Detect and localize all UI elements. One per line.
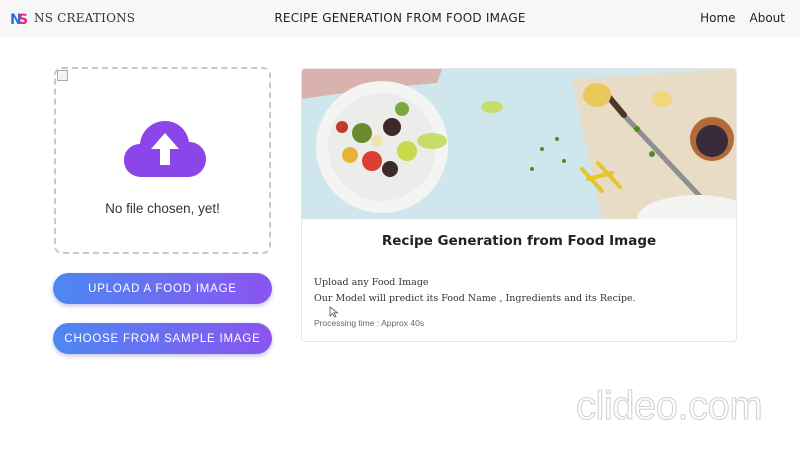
info-card: Recipe Generation from Food Image Upload… xyxy=(301,68,737,342)
file-status-text: No file chosen, yet! xyxy=(105,201,220,216)
food-hero-image xyxy=(302,69,736,219)
choose-sample-image-button[interactable]: CHOOSE FROM SAMPLE IMAGE xyxy=(53,323,272,354)
broken-image-icon xyxy=(57,70,68,81)
nav-link-home[interactable]: Home xyxy=(700,11,735,25)
upload-food-image-button[interactable]: UPLOAD A FOOD IMAGE xyxy=(53,273,272,304)
top-navbar: N S NS CREATIONS RECIPE GENERATION FROM … xyxy=(0,0,800,37)
nav-link-about[interactable]: About xyxy=(750,11,785,25)
nav-links: Home About xyxy=(700,11,785,25)
page-title: RECIPE GENERATION FROM FOOD IMAGE xyxy=(274,11,526,25)
mouse-cursor-icon xyxy=(329,306,339,318)
cloud-upload-icon xyxy=(124,121,206,177)
image-drop-zone[interactable]: No file chosen, yet! xyxy=(54,67,271,254)
card-title: Recipe Generation from Food Image xyxy=(381,233,657,249)
processing-time-note: Processing time : Approx 40s xyxy=(314,318,425,328)
card-description-line-2: Our Model will predict its Food Name , I… xyxy=(314,293,636,304)
clideo-watermark: clideo.com xyxy=(575,384,763,429)
card-description-line-1: Upload any Food Image xyxy=(314,277,429,288)
